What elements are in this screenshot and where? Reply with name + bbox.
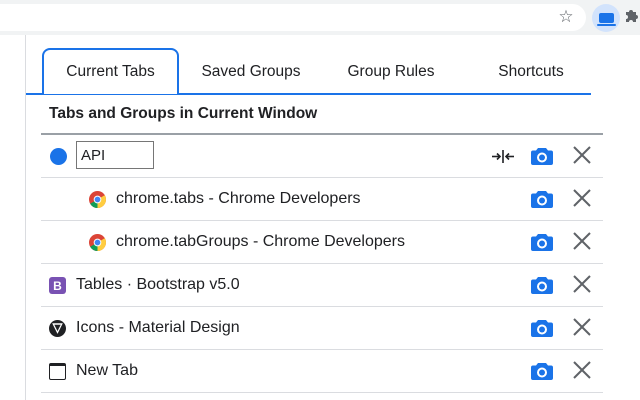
camera-icon[interactable]	[531, 319, 553, 337]
section-heading: Tabs and Groups in Current Window	[49, 105, 318, 122]
keyboard-extension-icon[interactable]	[592, 4, 620, 32]
group-row	[41, 135, 603, 178]
star-icon[interactable]: ☆	[554, 5, 578, 29]
camera-icon[interactable]	[531, 190, 553, 208]
camera-icon[interactable]	[531, 276, 553, 294]
close-icon[interactable]	[571, 359, 593, 381]
camera-icon[interactable]	[531, 362, 553, 380]
tab-row[interactable]: chrome.tabs - Chrome Developers	[41, 178, 603, 221]
close-icon[interactable]	[571, 187, 593, 209]
chrome-icon	[89, 191, 106, 208]
tab-title[interactable]: chrome.tabs - Chrome Developers	[116, 190, 361, 208]
tab-current-tabs[interactable]: Current Tabs	[42, 48, 179, 94]
address-bar[interactable]	[0, 4, 586, 31]
tab-row[interactable]: B Tables · Bootstrap v5.0	[41, 264, 603, 307]
tab-title[interactable]: Icons - Material Design	[76, 319, 240, 337]
tab-row[interactable]: chrome.tabGroups - Chrome Developers	[41, 221, 603, 264]
tab-row[interactable]: New Tab	[41, 350, 603, 393]
tab-title[interactable]: New Tab	[76, 362, 138, 380]
tab-group-rules[interactable]: Group Rules	[326, 50, 456, 94]
tab-title[interactable]: chrome.tabGroups - Chrome Developers	[116, 233, 405, 251]
group-name-input[interactable]	[76, 141, 154, 169]
tab-saved-groups[interactable]: Saved Groups	[186, 50, 316, 94]
bootstrap-icon: B	[49, 277, 66, 294]
close-icon[interactable]	[571, 316, 593, 338]
tab-row[interactable]: Icons - Material Design	[41, 307, 603, 350]
close-icon[interactable]	[571, 273, 593, 295]
new-tab-icon	[49, 363, 66, 380]
close-icon[interactable]	[571, 230, 593, 252]
camera-icon[interactable]	[531, 233, 553, 251]
chrome-icon	[89, 234, 106, 251]
group-color-dot[interactable]	[50, 148, 67, 165]
extension-popup: Current Tabs Saved Groups Group Rules Sh…	[25, 35, 640, 400]
tab-shortcuts[interactable]: Shortcuts	[471, 50, 591, 94]
material-design-icon	[49, 320, 66, 337]
tab-bar: Current Tabs Saved Groups Group Rules Sh…	[26, 35, 640, 95]
close-icon[interactable]	[571, 144, 593, 166]
camera-icon[interactable]	[531, 147, 553, 165]
collapse-group-icon[interactable]	[491, 148, 515, 165]
puzzle-icon[interactable]	[622, 5, 640, 29]
browser-toolbar: ☆	[0, 0, 640, 35]
tab-title[interactable]: Tables · Bootstrap v5.0	[76, 276, 240, 294]
